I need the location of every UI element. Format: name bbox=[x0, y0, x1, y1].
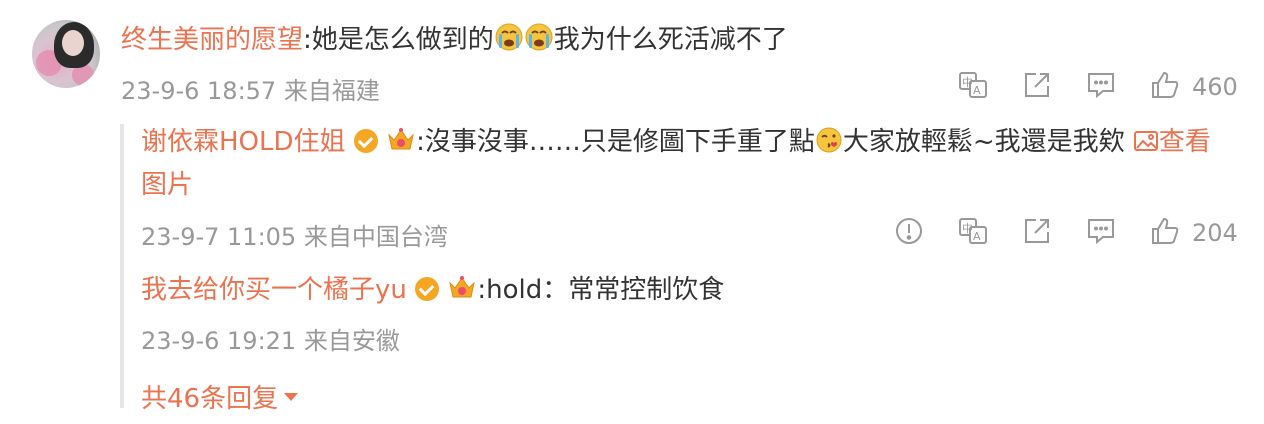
comment-location: 来自福建 bbox=[283, 77, 380, 105]
translate-button[interactable]: 中A bbox=[958, 70, 988, 104]
comment-body: 终生美丽的愿望:她是怎么做到的 我为什么死活减不了 bbox=[121, 22, 788, 61]
crown-icon bbox=[447, 272, 477, 311]
share-icon bbox=[1022, 216, 1052, 250]
report-icon bbox=[894, 216, 924, 250]
like-count: 204 bbox=[1192, 219, 1238, 247]
svg-text:A: A bbox=[973, 230, 981, 243]
image-icon bbox=[1133, 128, 1159, 162]
crown-icon bbox=[386, 124, 416, 163]
reply-location: 来自中国台湾 bbox=[303, 223, 448, 251]
reply-timestamp: 23-9-7 11:05 bbox=[141, 223, 297, 251]
view-image-label-2: 图片 bbox=[141, 170, 194, 200]
comment-button[interactable] bbox=[1086, 216, 1116, 250]
reply-text-part2: 大家放輕鬆~我還是我欸 bbox=[842, 127, 1125, 157]
share-button[interactable] bbox=[1022, 216, 1052, 250]
like-icon bbox=[1150, 216, 1180, 250]
comment-text-part1: :她是怎么做到的 bbox=[303, 25, 494, 55]
reply-meta: 23-9-7 11:05 来自中国台湾 bbox=[141, 217, 448, 252]
comment-icon bbox=[1086, 216, 1116, 250]
comment-timestamp: 23-9-6 18:57 bbox=[121, 77, 277, 105]
svg-text:中: 中 bbox=[962, 76, 973, 89]
share-button[interactable] bbox=[1022, 70, 1052, 104]
svg-text:中: 中 bbox=[962, 222, 973, 235]
like-count: 460 bbox=[1192, 73, 1238, 101]
verified-badge-icon bbox=[353, 129, 378, 153]
svg-text:A: A bbox=[973, 84, 981, 97]
comment-icon bbox=[1086, 70, 1116, 104]
share-icon bbox=[1022, 70, 1052, 104]
comment-author[interactable]: 终生美丽的愿望 bbox=[121, 25, 303, 55]
reply-author[interactable]: 谢依霖HOLD住姐 bbox=[141, 127, 346, 157]
view-image-link[interactable]: 查看 bbox=[1133, 127, 1211, 157]
reply-text-part1: :沒事沒事……只是修圖下手重了點 bbox=[416, 127, 815, 157]
view-image-label: 查看 bbox=[1158, 127, 1211, 157]
translate-icon: 中A bbox=[958, 216, 988, 250]
comment-text-part2: 我为什么死活减不了 bbox=[553, 25, 788, 55]
more-replies-label: 共46条回复 bbox=[141, 384, 279, 414]
comment-button[interactable] bbox=[1086, 70, 1116, 104]
kiss-emoji-icon bbox=[815, 126, 843, 163]
reply-author[interactable]: 我去给你买一个橘子yu bbox=[141, 275, 407, 305]
caret-down-icon bbox=[284, 392, 299, 401]
reply-body: 谢依霖HOLD住姐 :沒事沒事……只是修圖下手重了點 大家放輕鬆~我還是我欸 查看 bbox=[141, 124, 1211, 163]
like-button[interactable]: 460 bbox=[1150, 70, 1238, 104]
reply-location: 来自安徽 bbox=[303, 327, 400, 355]
like-icon bbox=[1150, 70, 1180, 104]
avatar[interactable] bbox=[32, 20, 100, 88]
reply-meta: 23-9-6 19:21 来自安徽 bbox=[141, 321, 400, 356]
translate-icon: 中A bbox=[958, 70, 988, 104]
like-button[interactable]: 204 bbox=[1150, 216, 1238, 250]
crying-emoji-icon bbox=[494, 22, 524, 61]
comment-meta: 23-9-6 18:57 来自福建 bbox=[121, 71, 380, 106]
verified-badge-icon bbox=[415, 277, 440, 301]
reply-text: :hold：常常控制饮食 bbox=[477, 275, 725, 305]
report-button[interactable] bbox=[894, 216, 924, 250]
reply-thread-border bbox=[120, 124, 124, 408]
reply-body: 我去给你买一个橘子yu :hold：常常控制饮食 bbox=[141, 272, 724, 311]
translate-button[interactable]: 中A bbox=[958, 216, 988, 250]
reply-timestamp: 23-9-6 19:21 bbox=[141, 327, 297, 355]
crying-emoji-icon bbox=[524, 22, 554, 61]
more-replies-button[interactable]: 共46条回复 bbox=[141, 378, 299, 415]
view-image-link-wrap[interactable]: 图片 bbox=[141, 168, 193, 202]
